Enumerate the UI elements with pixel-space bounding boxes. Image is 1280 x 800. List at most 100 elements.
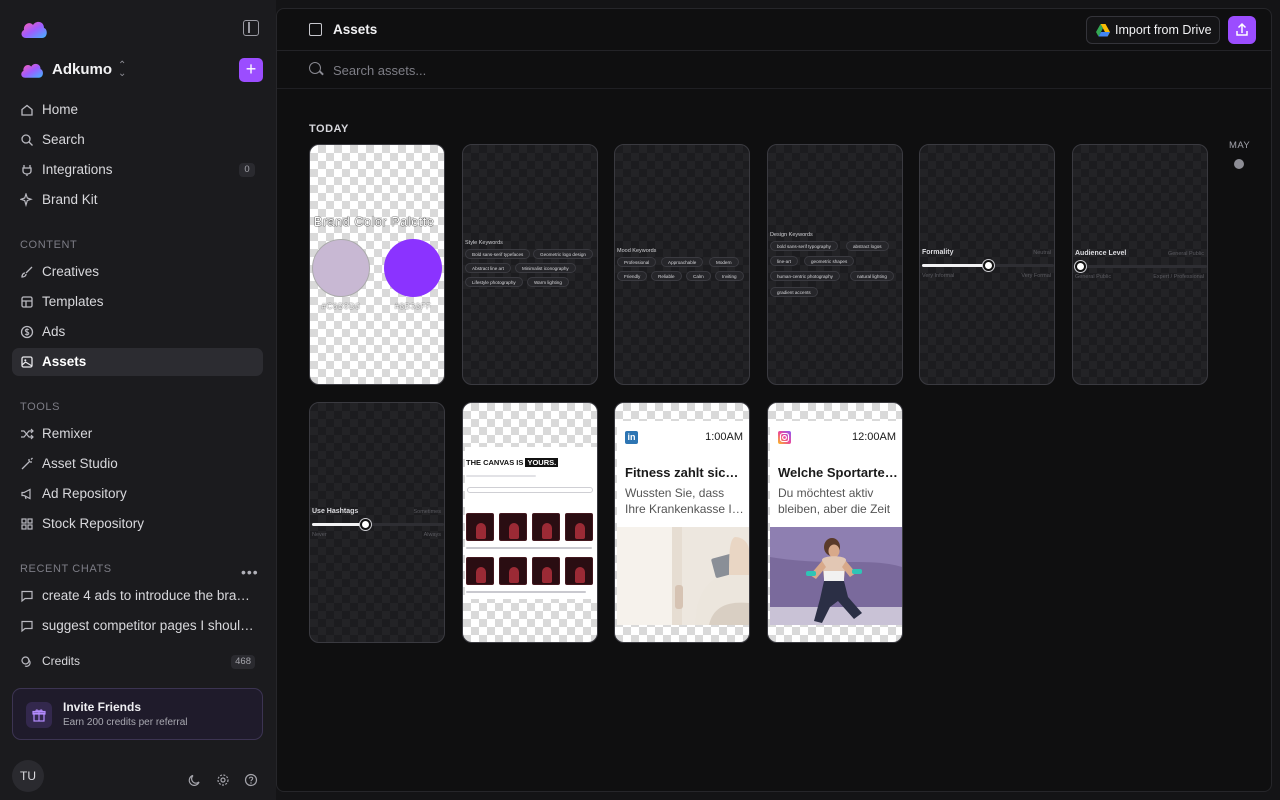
slider-min-label: General Public bbox=[1075, 274, 1112, 280]
keyword-chip: Inviting bbox=[715, 271, 744, 281]
color-swatch bbox=[312, 239, 370, 297]
import-from-drive-button[interactable]: Import from Drive bbox=[1086, 16, 1220, 44]
sidebar-item-search[interactable]: Search bbox=[12, 126, 263, 154]
asset-tile-brand-palette[interactable]: Brand Color Palette #C8B8D3 #8B33FF bbox=[309, 144, 445, 385]
sidebar-item-brand-kit[interactable]: Brand Kit bbox=[12, 186, 263, 214]
palette-title: Brand Color Palette bbox=[314, 215, 435, 229]
search-icon bbox=[21, 134, 33, 146]
sidebar-item-integrations[interactable]: Integrations 0 bbox=[12, 156, 263, 184]
chevron-updown-icon: ⌃ ⌄ bbox=[118, 60, 127, 79]
invite-friends-card[interactable]: Invite Friends Earn 200 credits per refe… bbox=[12, 688, 263, 740]
asset-tile-hashtags-slider[interactable]: Use Hashtags Sometimes Never Always bbox=[309, 402, 445, 643]
brush-icon bbox=[21, 266, 33, 278]
integrations-count-badge: 0 bbox=[239, 163, 255, 177]
workspace-switcher[interactable]: Adkumo ⌃ ⌄ + bbox=[20, 58, 263, 82]
gear-icon[interactable] bbox=[216, 773, 230, 787]
keyword-chip: Minimalist iconography bbox=[515, 263, 576, 273]
slider-knob[interactable] bbox=[983, 260, 994, 271]
text-line bbox=[466, 591, 586, 593]
keyword-chip: Geometric logo design bbox=[533, 249, 593, 259]
moon-icon[interactable] bbox=[188, 773, 202, 787]
thumbnail-card bbox=[532, 513, 560, 541]
group-title-today: TODAY bbox=[309, 123, 349, 135]
thumbnail-card bbox=[499, 557, 527, 585]
slider-track[interactable] bbox=[312, 519, 444, 530]
asset-tile-formality-slider[interactable]: Formality Neutral Very Informal Very For… bbox=[919, 144, 1055, 385]
asset-tile-design-keywords[interactable]: Design Keywords bold sans-serif typograp… bbox=[767, 144, 903, 385]
social-post-card: in 1:00AM Fitness zahlt sich aus Wussten… bbox=[617, 421, 749, 625]
plug-icon bbox=[22, 165, 32, 176]
thumbnail-card bbox=[466, 557, 494, 585]
app-root: Adkumo ⌃ ⌄ + Home Search Integrations 0 B… bbox=[0, 0, 1280, 800]
avatar[interactable]: TU bbox=[12, 760, 44, 792]
asset-tile-instagram-post[interactable]: 12:00AM Welche Sportarten passen Du möch… bbox=[767, 402, 903, 643]
post-photo bbox=[770, 527, 902, 625]
sidebar-item-label: Creatives bbox=[42, 264, 100, 279]
sidebar-item-remixer[interactable]: Remixer bbox=[12, 420, 263, 448]
post-body: Wussten Sie, dass Ihre Krankenkasse Ihne… bbox=[625, 485, 745, 517]
slider-track[interactable] bbox=[1075, 261, 1207, 272]
keyword-chip: line-art bbox=[770, 256, 799, 266]
asset-tile-canvas-ad[interactable]: THE CANVAS IS YOURS. bbox=[462, 402, 598, 643]
recent-chat-label: create 4 ads to introduce the brand to n… bbox=[42, 588, 255, 603]
slider-track[interactable] bbox=[922, 260, 1054, 271]
sidebar-item-stock-repository[interactable]: Stock Repository bbox=[12, 510, 263, 538]
upload-icon bbox=[1236, 22, 1248, 36]
more-options-icon[interactable]: ••• bbox=[241, 565, 259, 579]
asset-tile-linkedin-post[interactable]: in 1:00AM Fitness zahlt sich aus Wussten… bbox=[614, 402, 750, 643]
grid-icon bbox=[21, 518, 33, 530]
keyword-chip: Friendly bbox=[617, 271, 648, 281]
main-panel: Assets Import from Drive TODAY MAY Brand… bbox=[276, 8, 1272, 792]
dollar-icon bbox=[20, 325, 34, 339]
upload-button[interactable] bbox=[1228, 16, 1256, 44]
section-title-content: CONTENT bbox=[20, 239, 78, 251]
keyword-chip: geometric shapes bbox=[804, 256, 855, 266]
keyword-chip: Reliable bbox=[651, 271, 682, 281]
app-logo-icon[interactable] bbox=[20, 18, 48, 40]
sidebar-item-label: Home bbox=[42, 102, 79, 117]
slider-value-label: Neutral bbox=[1033, 250, 1051, 256]
home-icon bbox=[21, 104, 33, 116]
search-bar bbox=[277, 51, 1271, 89]
slider-fill bbox=[922, 264, 988, 267]
sidebar-item-label: Ad Repository bbox=[42, 486, 127, 501]
social-post-card: 12:00AM Welche Sportarten passen Du möch… bbox=[770, 421, 902, 625]
slider-title: Formality bbox=[922, 249, 954, 256]
sidebar-item-templates[interactable]: Templates bbox=[12, 288, 263, 316]
slider-knob[interactable] bbox=[1075, 261, 1086, 272]
credits-row[interactable]: Credits 468 bbox=[12, 648, 263, 676]
slider-knob[interactable] bbox=[359, 519, 371, 530]
slider-max-label: Always bbox=[423, 532, 441, 538]
sidebar-item-creatives[interactable]: Creatives bbox=[12, 258, 263, 286]
keyword-chip: abstract logos bbox=[846, 241, 889, 251]
asset-tile-mood-keywords[interactable]: Mood Keywords Professional Approachable … bbox=[614, 144, 750, 385]
google-drive-icon bbox=[1096, 24, 1110, 37]
search-input[interactable] bbox=[333, 60, 1033, 80]
sidebar-item-asset-studio[interactable]: Asset Studio bbox=[12, 450, 263, 478]
post-title: Fitness zahlt sich aus bbox=[625, 465, 745, 480]
keyword-chip: Professional bbox=[617, 257, 657, 267]
credits-count-badge: 468 bbox=[231, 655, 255, 669]
post-body-line: bleiben, aber die Zeit bbox=[778, 502, 891, 516]
sidebar-item-ad-repository[interactable]: Ad Repository bbox=[12, 480, 263, 508]
sidebar-item-assets[interactable]: Assets bbox=[12, 348, 263, 376]
keyword-chip: Abstract line art bbox=[465, 263, 511, 273]
asset-tile-style-keywords[interactable]: Style Keywords Bold sans-serif typefaces… bbox=[462, 144, 598, 385]
sidebar-item-home[interactable]: Home bbox=[12, 96, 263, 124]
thumbnail-card bbox=[565, 557, 593, 585]
keyword-chip: Calm bbox=[686, 271, 711, 281]
timeline-marker[interactable] bbox=[1234, 159, 1244, 169]
section-title-recent-chats: RECENT CHATS bbox=[20, 563, 112, 575]
recent-chat-item[interactable]: suggest competitor pages I should follow bbox=[12, 612, 263, 640]
asset-tile-audience-slider[interactable]: Audience Level General Public General Pu… bbox=[1072, 144, 1208, 385]
new-chat-button[interactable]: + bbox=[239, 58, 263, 82]
keyword-chip: Lifestyle photography bbox=[465, 277, 523, 287]
keywords-title: Style Keywords bbox=[465, 240, 503, 246]
keyword-chip: Modern bbox=[709, 257, 739, 267]
collapse-sidebar-icon[interactable] bbox=[243, 20, 259, 36]
sidebar-item-ads[interactable]: Ads bbox=[12, 318, 263, 346]
invite-subtitle: Earn 200 credits per referral bbox=[63, 717, 188, 728]
recent-chat-item[interactable]: create 4 ads to introduce the brand to n… bbox=[12, 582, 263, 610]
workspace-name: Adkumo bbox=[52, 61, 112, 78]
help-icon[interactable] bbox=[244, 773, 258, 787]
